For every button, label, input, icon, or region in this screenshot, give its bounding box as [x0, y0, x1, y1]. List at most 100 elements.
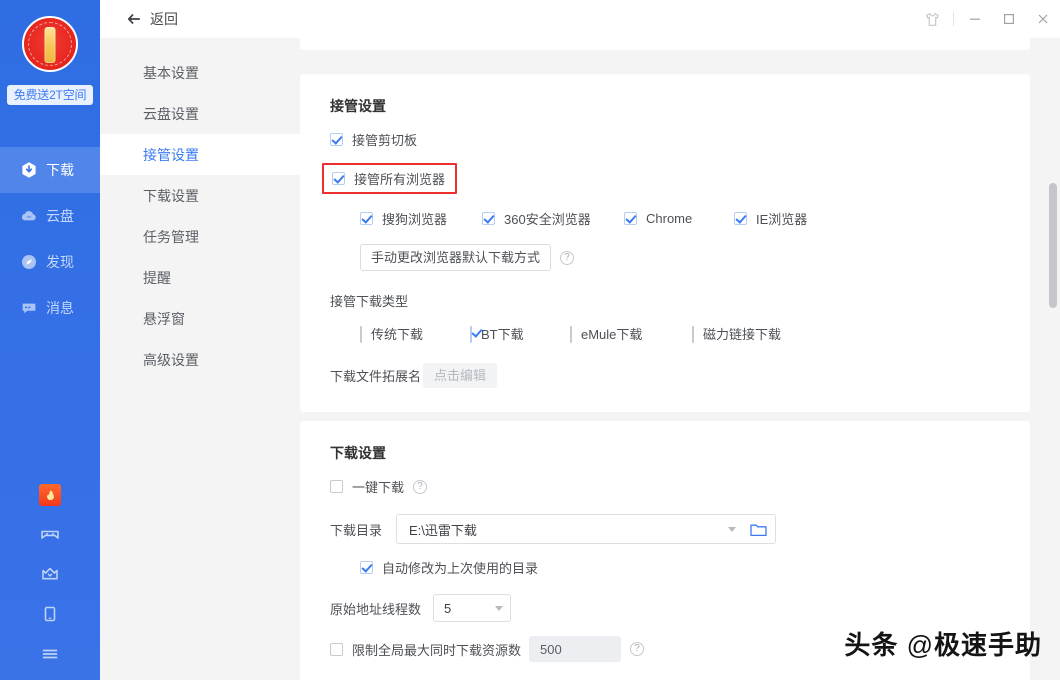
checkbox-label: 接管剪切板	[352, 130, 417, 149]
close-icon[interactable]	[1026, 0, 1060, 38]
checkbox-emule-download[interactable]: eMule下载	[570, 324, 692, 343]
sidebar-item-download[interactable]: 下载	[0, 147, 100, 193]
settings-nav-label: 提醒	[143, 268, 171, 288]
download-directory-input[interactable]: E:\迅雷下载	[396, 514, 776, 544]
thread-count-select[interactable]: 5	[433, 594, 511, 622]
checkbox-label: eMule下载	[581, 327, 642, 342]
sidebar-item-discover[interactable]: 发现	[0, 239, 100, 285]
checkbox-box[interactable]	[332, 172, 345, 185]
settings-nav-label: 悬浮窗	[143, 309, 185, 329]
checkbox-label: Chrome	[646, 211, 692, 226]
highlight-box: 接管所有浏览器	[322, 163, 457, 194]
settings-nav-item-floatwindow[interactable]: 悬浮窗	[100, 298, 300, 339]
download-types-label: 接管下载类型	[330, 291, 1030, 310]
download-directory-row: 下载目录 E:\迅雷下载	[330, 514, 1030, 544]
crown-vip-icon[interactable]	[38, 562, 62, 586]
sidebar-item-label: 下载	[46, 160, 74, 180]
browser-checkbox-group: 搜狗浏览器 360安全浏览器 Chrome IE浏览器	[360, 209, 1030, 228]
checkbox-sogou-browser[interactable]: 搜狗浏览器	[360, 209, 482, 228]
checkbox-box[interactable]	[470, 326, 472, 343]
sidebar-item-label: 消息	[46, 298, 74, 318]
tshirt-icon[interactable]	[915, 0, 949, 38]
previous-section-card	[300, 38, 1030, 50]
checkbox-label: 磁力链接下载	[703, 327, 781, 342]
checkbox-label: 自动修改为上次使用的目录	[382, 558, 538, 577]
rail-bottom-icons	[0, 484, 100, 666]
download-settings-title: 下载设置	[330, 443, 1030, 463]
checkbox-traditional-download[interactable]: 传统下载	[360, 324, 470, 343]
rail-nav: 下载 云盘 发现	[0, 147, 100, 331]
limit-global-input[interactable]: 500	[529, 636, 621, 662]
help-icon[interactable]: ?	[560, 251, 574, 265]
checkbox-label: 搜狗浏览器	[382, 209, 447, 228]
checkbox-360-browser[interactable]: 360安全浏览器	[482, 209, 624, 228]
edit-extensions-button[interactable]: 点击编辑	[423, 363, 497, 388]
compass-icon	[20, 253, 38, 271]
checkbox-box[interactable]	[482, 212, 495, 225]
checkbox-clipboard[interactable]: 接管剪切板	[330, 130, 1030, 149]
checkbox-box[interactable]	[624, 212, 637, 225]
sidebar-item-cloud[interactable]: 云盘	[0, 193, 100, 239]
checkbox-all-browsers-wrap: 接管所有浏览器	[300, 163, 1030, 194]
vertical-scrollbar[interactable]	[1049, 38, 1057, 680]
download-icon	[20, 161, 38, 179]
sidebar-item-label: 云盘	[46, 206, 74, 226]
checkbox-box[interactable]	[692, 326, 694, 343]
help-icon[interactable]: ?	[413, 480, 427, 494]
checkbox-bt-download[interactable]: BT下载	[470, 324, 570, 343]
checkbox-box[interactable]	[330, 133, 343, 146]
maximize-icon[interactable]	[992, 0, 1026, 38]
checkbox-box[interactable]	[360, 561, 373, 574]
scrollbar-thumb[interactable]	[1049, 183, 1057, 308]
checkbox-ie-browser[interactable]: IE浏览器	[734, 209, 807, 228]
settings-nav-item-takeover[interactable]: 接管设置	[100, 134, 300, 175]
checkbox-box[interactable]	[570, 326, 572, 343]
checkbox-chrome-browser[interactable]: Chrome	[624, 211, 734, 226]
chevron-down-icon[interactable]	[728, 527, 736, 532]
checkbox-auto-last-dir[interactable]: 自动修改为上次使用的目录	[360, 558, 1030, 577]
mobile-phone-icon[interactable]	[38, 602, 62, 626]
checkbox-box[interactable]	[330, 480, 343, 493]
help-icon[interactable]: ?	[630, 642, 644, 656]
checkbox-box[interactable]	[330, 643, 343, 656]
hot-flame-icon[interactable]	[39, 484, 61, 506]
minimize-icon[interactable]	[958, 0, 992, 38]
main-pane: 返回	[100, 0, 1060, 680]
thread-count-row: 原始地址线程数 5	[330, 594, 1030, 622]
checkbox-one-key-download[interactable]: 一键下载 ?	[330, 477, 1030, 496]
file-extension-row: 下载文件拓展名 点击编辑	[330, 363, 1030, 388]
settings-nav-item-reminder[interactable]: 提醒	[100, 257, 300, 298]
settings-nav-item-cloud[interactable]: 云盘设置	[100, 93, 300, 134]
checkbox-magnet-download[interactable]: 磁力链接下载	[692, 324, 781, 343]
settings-nav-label: 接管设置	[143, 145, 199, 165]
checkbox-label: IE浏览器	[756, 209, 807, 228]
manual-change-default-download-button[interactable]: 手动更改浏览器默认下载方式	[360, 244, 551, 271]
checkbox-box[interactable]	[734, 212, 747, 225]
settings-nav: 基本设置 云盘设置 接管设置 下载设置 任务管理 提醒 悬浮窗	[100, 38, 300, 680]
sidebar-item-message[interactable]: 消息	[0, 285, 100, 331]
promo-badge[interactable]: 免费送2T空间	[7, 85, 94, 105]
folder-icon[interactable]	[750, 522, 767, 537]
settings-nav-item-advanced[interactable]: 高级设置	[100, 339, 300, 380]
back-button[interactable]: 返回	[126, 9, 178, 29]
checkbox-label: 接管所有浏览器	[354, 169, 445, 188]
xunlei-settings-window: 免费送2T空间 下载 云盘	[0, 0, 1060, 680]
limit-global-label: 限制全局最大同时下载资源数	[352, 640, 521, 659]
divider	[953, 12, 954, 26]
page-title: 接管设置	[330, 96, 1030, 116]
game-controller-icon[interactable]	[38, 522, 62, 546]
checkbox-box[interactable]	[360, 212, 373, 225]
settings-nav-label: 下载设置	[143, 186, 199, 206]
download-settings-card: 下载设置 一键下载 ? 下载目录 E:\迅雷下载	[300, 421, 1030, 680]
settings-nav-item-download[interactable]: 下载设置	[100, 175, 300, 216]
hamburger-menu-icon[interactable]	[38, 642, 62, 666]
thread-count-value: 5	[444, 601, 451, 616]
settings-nav-label: 基本设置	[143, 63, 199, 83]
checkbox-label: 传统下载	[371, 327, 423, 342]
settings-nav-item-task[interactable]: 任务管理	[100, 216, 300, 257]
file-extension-label: 下载文件拓展名	[330, 366, 421, 385]
download-types-group: 传统下载 BT下载 eMule下载 磁力链接下载	[360, 324, 1030, 343]
avatar[interactable]	[22, 16, 78, 72]
checkbox-box[interactable]	[360, 326, 362, 343]
settings-nav-item-basic[interactable]: 基本设置	[100, 52, 300, 93]
